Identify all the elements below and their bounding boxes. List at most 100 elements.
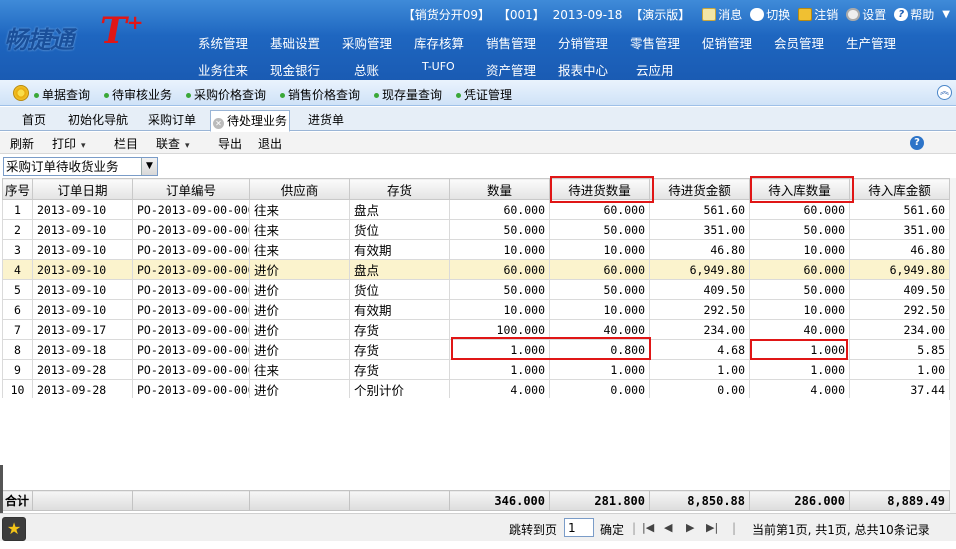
- quick-pending-audit[interactable]: 待审核业务: [104, 86, 172, 103]
- first-page-icon[interactable]: |◀: [642, 521, 654, 534]
- nav-report-center[interactable]: 报表中心: [558, 60, 608, 79]
- col-pending-receipt-amount[interactable]: 待进货金额: [649, 178, 750, 200]
- col-order-no[interactable]: 订单编号: [132, 178, 250, 200]
- cell-quantity: 10.000: [449, 239, 550, 260]
- prev-page-icon[interactable]: ◀: [664, 521, 672, 534]
- table-row[interactable]: 9 2013-09-28 PO-2013-09-00-0001 往来 存货 1.000 1.…: [2, 359, 950, 380]
- nav-tufo[interactable]: T-UFO: [422, 60, 455, 73]
- cell-quantity: 60.000: [449, 199, 550, 220]
- quick-purchase-price[interactable]: 采购价格查询: [186, 86, 266, 103]
- cell-order-no: PO-2013-09-00-0008: [132, 319, 250, 340]
- cell-row-index: 10: [2, 379, 33, 400]
- last-page-icon[interactable]: ▶|: [706, 521, 718, 534]
- cell-quantity: 50.000: [449, 219, 550, 240]
- exit-button[interactable]: 退出: [258, 135, 282, 152]
- cell-pending-receipt-amount: 351.00: [649, 219, 750, 240]
- bullet-icon: [104, 93, 109, 98]
- col-pending-receipt-qty[interactable]: 待进货数量: [549, 178, 650, 200]
- next-page-icon[interactable]: ▶: [686, 521, 694, 534]
- nav-basic-settings[interactable]: 基础设置: [270, 33, 320, 52]
- cell-quantity: 50.000: [449, 279, 550, 300]
- cell-pending-receipt-qty: 1.000: [549, 359, 650, 380]
- business-type-select[interactable]: 采购订单待收货业务 ▼: [3, 157, 158, 176]
- logout-button[interactable]: 注销: [798, 6, 838, 23]
- linked-query-button[interactable]: 联查: [156, 135, 190, 152]
- chevron-down-icon: ▼: [942, 8, 950, 20]
- cell-order-no: PO-2013-09-00-0007: [132, 259, 250, 280]
- total-pending-stockin-amount: 8,889.49: [849, 490, 950, 511]
- cell-supplier: 进价: [249, 379, 350, 400]
- tab-purchase-order[interactable]: 采购订单: [146, 110, 198, 131]
- nav-business-contacts[interactable]: 业务往来: [198, 60, 248, 79]
- table-row[interactable]: 2 2013-09-10 PO-2013-09-00-0006 往来 货位 50.000 5…: [2, 219, 950, 240]
- table-row[interactable]: 4 2013-09-10 PO-2013-09-00-0007 进价 盘点 60.000 6…: [2, 259, 950, 280]
- table-row[interactable]: 7 2013-09-17 PO-2013-09-00-0008 进价 存货 100.000…: [2, 319, 950, 340]
- col-pending-stockin-qty[interactable]: 待入库数量: [749, 178, 850, 200]
- tab-home[interactable]: 首页: [20, 110, 48, 131]
- table-row[interactable]: 1 2013-09-10 PO-2013-09-00-0006 往来 盘点 60.000 6…: [2, 199, 950, 220]
- help-menu-button[interactable]: ? 帮助 ▼: [894, 6, 950, 23]
- confirm-page-button[interactable]: 确定: [600, 521, 624, 538]
- cell-pending-receipt-qty: 0.000: [549, 379, 650, 400]
- nav-ledger[interactable]: 总账: [354, 60, 379, 79]
- nav-promotion[interactable]: 促销管理: [702, 33, 752, 52]
- quick-sales-price[interactable]: 销售价格查询: [280, 86, 360, 103]
- quick-settings-icon[interactable]: [13, 85, 29, 101]
- quick-voucher[interactable]: 凭证管理: [456, 86, 512, 103]
- export-button[interactable]: 导出: [218, 135, 242, 152]
- col-order-date[interactable]: 订单日期: [32, 178, 133, 200]
- tab-pending-business[interactable]: ✕ 待处理业务: [210, 110, 291, 132]
- tab-goods-receipt[interactable]: 进货单: [306, 110, 346, 131]
- cell-item: 有效期: [349, 299, 450, 320]
- settings-button[interactable]: 设置: [846, 6, 886, 23]
- separator: |: [732, 521, 737, 535]
- table-row[interactable]: 6 2013-09-10 PO-2013-09-00-0007 进价 有效期 10.000…: [2, 299, 950, 320]
- cell-order-no: PO-2013-09-00-0007: [132, 299, 250, 320]
- col-quantity[interactable]: 数量: [449, 178, 550, 200]
- refresh-button[interactable]: 刷新: [10, 135, 34, 152]
- nav-cash-bank[interactable]: 现金银行: [270, 60, 320, 79]
- cell-pending-stockin-amount: 234.00: [849, 319, 950, 340]
- nav-cloud-apps[interactable]: 云应用: [636, 60, 674, 79]
- table-row[interactable]: 5 2013-09-10 PO-2013-09-00-0007 进价 货位 50.000 5…: [2, 279, 950, 300]
- chevron-down-icon[interactable]: ▼: [141, 158, 157, 175]
- columns-button[interactable]: 栏目: [114, 135, 138, 152]
- cell-supplier: 往来: [249, 359, 350, 380]
- cell-pending-stockin-qty: 60.000: [749, 259, 850, 280]
- print-button[interactable]: 打印: [52, 135, 86, 152]
- vertical-scrollbar[interactable]: [950, 178, 956, 513]
- table-row[interactable]: 10 2013-09-28 PO-2013-09-00-0002 进价 个别计价 4.00…: [2, 379, 950, 400]
- cell-item: 盘点: [349, 199, 450, 220]
- nav-retail[interactable]: 零售管理: [630, 33, 680, 52]
- col-pending-stockin-amount[interactable]: 待入库金额: [849, 178, 950, 200]
- nav-system[interactable]: 系统管理: [198, 33, 248, 52]
- nav-production[interactable]: 生产管理: [846, 33, 896, 52]
- col-index[interactable]: 序号: [2, 178, 33, 200]
- nav-member[interactable]: 会员管理: [774, 33, 824, 52]
- quick-stock-query[interactable]: 现存量查询: [374, 86, 442, 103]
- page-number-input[interactable]: [564, 518, 594, 537]
- col-supplier[interactable]: 供应商: [249, 178, 350, 200]
- cell-pending-stockin-amount: 5.85: [849, 339, 950, 360]
- nav-sales[interactable]: 销售管理: [486, 33, 536, 52]
- close-icon[interactable]: ✕: [213, 118, 224, 129]
- switch-button[interactable]: 切换: [750, 6, 790, 23]
- table-row[interactable]: 8 2013-09-18 PO-2013-09-00-0009 进价 存货 1.000 0.…: [2, 339, 950, 360]
- messages-button[interactable]: 消息: [702, 6, 742, 23]
- quick-bill-query[interactable]: 单据查询: [34, 86, 90, 103]
- total-pending-receipt-qty: 281.800: [549, 490, 650, 511]
- nav-purchase[interactable]: 采购管理: [342, 33, 392, 52]
- cell-row-index: 4: [2, 259, 33, 280]
- help-icon[interactable]: ?: [910, 136, 924, 150]
- side-handle[interactable]: [0, 465, 3, 515]
- nav-inventory-cost[interactable]: 库存核算: [414, 33, 464, 52]
- tab-init-guide[interactable]: 初始化导航: [66, 110, 130, 131]
- cell-row-index: 6: [2, 299, 33, 320]
- table-row[interactable]: 3 2013-09-10 PO-2013-09-00-0006 往来 有效期 10.000…: [2, 239, 950, 260]
- col-item[interactable]: 存货: [349, 178, 450, 200]
- totals-row: 合计 346.000 281.800 8,850.88 286.000 8,88…: [2, 490, 950, 511]
- nav-distribution[interactable]: 分销管理: [558, 33, 608, 52]
- collapse-icon[interactable]: ︽: [937, 85, 952, 100]
- favorites-star-icon[interactable]: ★: [2, 517, 26, 541]
- nav-assets[interactable]: 资产管理: [486, 60, 536, 79]
